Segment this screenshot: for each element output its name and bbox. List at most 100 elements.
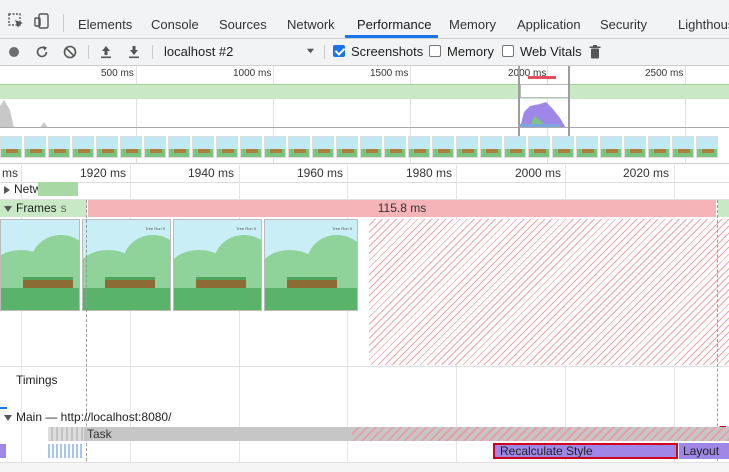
- frames-track-header[interactable]: Frames s: [4, 201, 67, 215]
- tab-application[interactable]: Application: [517, 0, 581, 38]
- event-slices[interactable]: [48, 444, 82, 458]
- overview-tick-label: 2500 ms: [645, 68, 684, 79]
- frame-screenshot[interactable]: [0, 219, 80, 311]
- window-handle-left[interactable]: [518, 66, 520, 136]
- web-vitals-label: Web Vitals: [520, 44, 582, 59]
- fps-chart: [0, 84, 729, 99]
- overview-tick-label: 1000 ms: [233, 68, 272, 79]
- screenshots-label: Screenshots: [351, 44, 424, 59]
- tab-console[interactable]: Console: [151, 0, 199, 38]
- frames-track-label: Frames: [16, 201, 57, 215]
- fps-dip: [520, 84, 570, 98]
- dropped-frame-hatch: [369, 219, 729, 365]
- overview-tick-label: 500 ms: [101, 68, 134, 79]
- track-divider: [0, 366, 729, 367]
- recalculate-style-slice[interactable]: Recalculate Style: [493, 443, 678, 459]
- profile-select-value: localhost #2: [164, 44, 234, 59]
- toolbar-divider: [63, 14, 64, 32]
- ruler-label: 2020 ms: [623, 166, 670, 180]
- long-task-hatch[interactable]: [352, 427, 729, 441]
- frame-good[interactable]: [718, 200, 729, 217]
- main-thread-label: Main — http://localhost:8080/: [16, 410, 172, 424]
- task-bar[interactable]: Task: [84, 427, 352, 441]
- layout-label: Layout: [683, 444, 720, 458]
- screenshot-thumbnail: [144, 136, 166, 158]
- screenshot-thumbnail: [336, 136, 358, 158]
- active-tab-indicator: [345, 35, 438, 38]
- screenshot-thumbnail: [384, 136, 406, 158]
- screenshot-thumbnail: [456, 136, 478, 158]
- tab-performance[interactable]: Performance: [357, 0, 431, 38]
- screenshot-thumbnail: [480, 136, 502, 158]
- toolbar-divider: [324, 45, 325, 59]
- tab-memory[interactable]: Memory: [449, 0, 496, 38]
- screenshot-thumbnail: [672, 136, 694, 158]
- tab-elements[interactable]: Elements: [78, 0, 132, 38]
- screenshot-thumbnail: [96, 136, 118, 158]
- main-track-header[interactable]: Main — http://localhost:8080/: [4, 410, 171, 424]
- screenshot-thumbnail: [48, 136, 70, 158]
- screenshot-thumbnail: [240, 136, 262, 158]
- screenshot-thumbnail: [600, 136, 622, 158]
- record-icon[interactable]: [6, 44, 22, 60]
- network-request-bar[interactable]: [38, 182, 78, 196]
- ruler-label: 1980 ms: [406, 166, 453, 180]
- screenshot-thumbnail: [504, 136, 526, 158]
- screenshot-thumbnail: [312, 136, 334, 158]
- tab-lighthouse[interactable]: Lighthous: [678, 0, 729, 38]
- toolbar-divider: [88, 45, 89, 59]
- clear-icon[interactable]: [62, 44, 78, 60]
- expand-arrow-icon: [4, 185, 10, 194]
- frame-screenshot[interactable]: Tree Run 9: [173, 219, 262, 311]
- time-ruler: ms 1920 ms 1940 ms 1960 ms 1980 ms 2000 …: [0, 164, 729, 183]
- long-frame-bar[interactable]: 115.8 ms: [88, 200, 716, 217]
- timings-track-label[interactable]: Timings: [16, 373, 58, 387]
- screenshot-thumbnail: [24, 136, 46, 158]
- screenshot-thumbnail: [696, 136, 718, 158]
- ruler-label: 1960 ms: [297, 166, 344, 180]
- recalculate-style-label: Recalculate Style: [500, 444, 593, 458]
- screenshot-thumbnail: [264, 136, 286, 158]
- web-vitals-checkbox[interactable]: [502, 45, 514, 57]
- screenshots-checkbox[interactable]: [333, 45, 345, 57]
- inspect-element-icon[interactable]: [7, 12, 25, 30]
- screenshot-thumbnail: [120, 136, 142, 158]
- trash-icon[interactable]: [587, 44, 603, 60]
- overview-tick-label: 1500 ms: [370, 68, 409, 79]
- tab-network[interactable]: Network: [287, 0, 335, 38]
- event-slice[interactable]: [0, 444, 6, 458]
- screenshot-thumbnail: [648, 136, 670, 158]
- frame-screenshot[interactable]: Tree Run 9: [82, 219, 171, 311]
- screenshot-thumbnail: [408, 136, 430, 158]
- task-slices[interactable]: [48, 427, 86, 441]
- layout-slice[interactable]: Layout: [679, 443, 729, 459]
- reload-record-icon[interactable]: [34, 44, 50, 60]
- device-toolbar-icon[interactable]: [33, 12, 51, 30]
- tab-security[interactable]: Security: [600, 0, 647, 38]
- memory-checkbox[interactable]: [429, 45, 441, 57]
- upload-profile-icon[interactable]: [98, 44, 114, 60]
- ruler-label: 1920 ms: [80, 166, 127, 180]
- screenshot-thumbnail: [72, 136, 94, 158]
- window-handle-right[interactable]: [568, 66, 570, 136]
- download-profile-icon[interactable]: [126, 44, 142, 60]
- devtools-tabbar: Elements Console Sources Network Perform…: [0, 0, 729, 39]
- collapse-arrow-icon: [4, 205, 12, 212]
- performance-toolbar: localhost #2 Screenshots Memory Web Vita…: [0, 39, 729, 66]
- timing-marker: [0, 407, 7, 409]
- screenshot-thumbnail: [528, 136, 550, 158]
- collapse-arrow-icon: [4, 414, 12, 421]
- profile-select[interactable]: localhost #2: [164, 44, 314, 59]
- task-label: Task: [87, 427, 112, 441]
- screenshot-thumbnail: [192, 136, 214, 158]
- network-overview: [520, 124, 560, 127]
- toolbar-divider: [152, 45, 153, 59]
- frame-screenshot[interactable]: Tree Run 9: [264, 219, 358, 311]
- cpu-chart: [0, 100, 729, 128]
- ruler-label: 1940 ms: [188, 166, 235, 180]
- tab-sources[interactable]: Sources: [219, 0, 267, 38]
- timeline-overview[interactable]: 500 ms 1000 ms 1500 ms 2000 ms 2500 ms: [0, 66, 729, 164]
- screenshot-thumbnail: [432, 136, 454, 158]
- long-frame-marker: [528, 76, 556, 79]
- screenshot-thumbnail: [168, 136, 190, 158]
